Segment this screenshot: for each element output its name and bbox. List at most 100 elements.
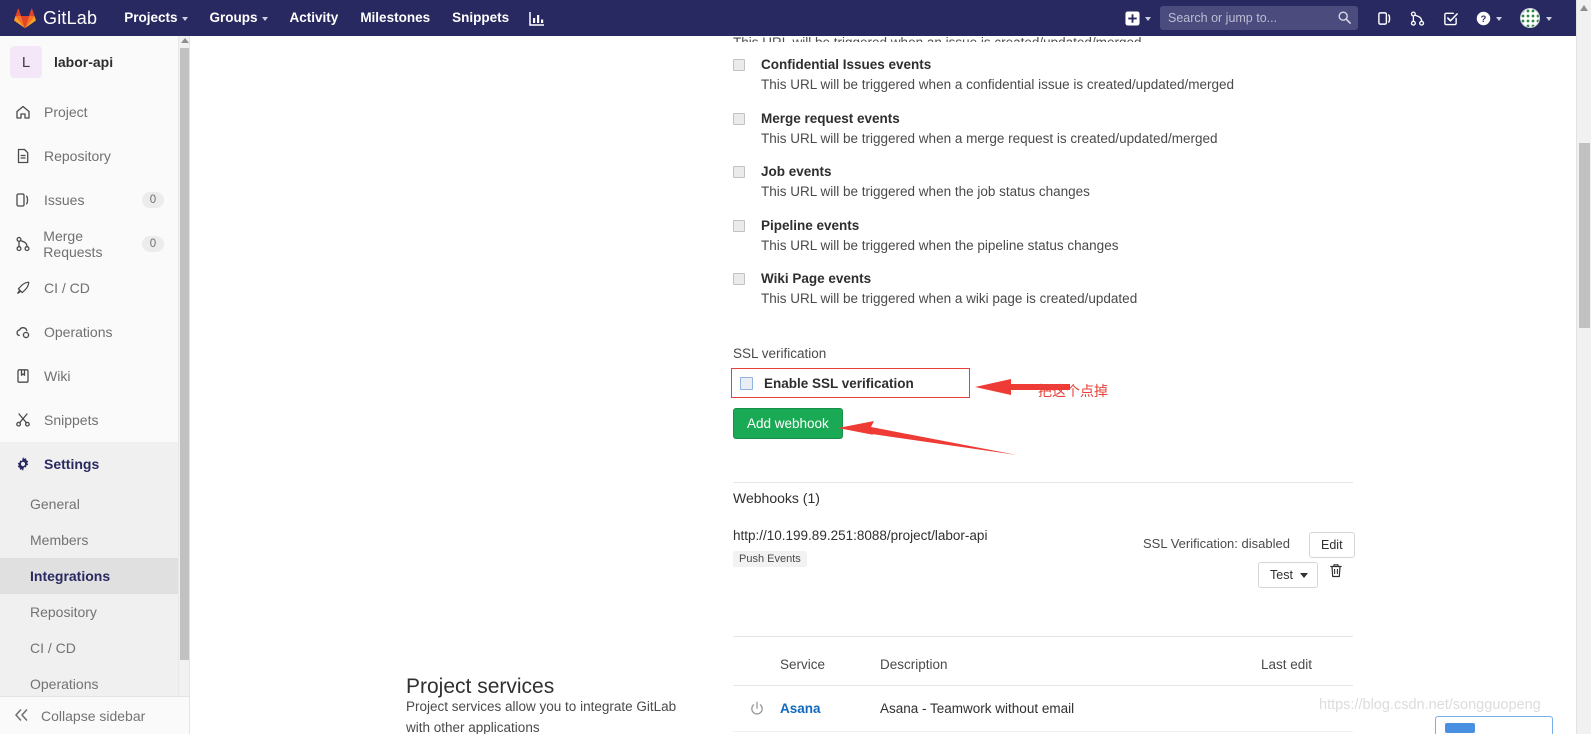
page-scrollbar-thumb[interactable] xyxy=(1579,143,1590,328)
webhook-ssl-status: SSL Verification: disabled xyxy=(1143,536,1290,551)
sidebar-scroll-region: L labor-api Project Repository Issues 0 … xyxy=(0,36,178,734)
project-services-description: Project services allow you to integrate … xyxy=(406,699,677,734)
chevron-down-icon xyxy=(1496,17,1502,21)
sidebar-item-wiki[interactable]: Wiki xyxy=(0,354,178,398)
table-row[interactable]: Asana Asana - Teamwork without email xyxy=(733,686,1353,732)
todos-checkbox-icon[interactable] xyxy=(1434,0,1467,36)
sidebar-subitem-integrations[interactable]: Integrations xyxy=(0,558,178,594)
webhooks-heading: Webhooks (1) xyxy=(733,490,820,506)
sidebar-item-ci-cd[interactable]: CI / CD xyxy=(0,266,178,310)
search-input[interactable] xyxy=(1168,11,1350,25)
double-chevron-left-icon xyxy=(14,708,29,724)
merge-requests-icon[interactable] xyxy=(1401,0,1434,36)
webhook-test-label: Test xyxy=(1270,568,1293,582)
webhook-edit-button[interactable]: Edit xyxy=(1309,532,1355,558)
sidebar-project-header[interactable]: L labor-api xyxy=(0,36,178,90)
nav-projects[interactable]: Projects xyxy=(113,0,198,36)
sidebar-scrollbar[interactable] xyxy=(178,36,189,734)
checkbox-enable-ssl-verification[interactable] xyxy=(740,376,753,390)
issues-icon xyxy=(14,192,32,208)
sidebar-item-issues[interactable]: Issues 0 xyxy=(0,178,178,222)
scroll-up-arrow-icon[interactable] xyxy=(1580,5,1588,11)
event-description: This URL will be triggered when the pipe… xyxy=(761,237,1119,253)
column-header-last-edit: Last edit xyxy=(1261,657,1313,672)
checkbox-confidential-issues-events[interactable] xyxy=(733,59,745,71)
navbar-right-group: ? xyxy=(1116,0,1591,36)
sidebar-subitem-label: Operations xyxy=(30,676,99,692)
sidebar-subitem-general[interactable]: General xyxy=(0,486,178,522)
sidebar-subitem-ci-cd[interactable]: CI / CD xyxy=(0,630,178,666)
merge-icon xyxy=(14,236,31,252)
event-description: This URL will be triggered when a confid… xyxy=(761,77,1235,92)
project-avatar: L xyxy=(10,46,42,78)
nav-projects-label: Projects xyxy=(124,10,178,25)
sidebar-subitem-members[interactable]: Members xyxy=(0,522,178,558)
sidebar-item-project[interactable]: Project xyxy=(0,90,178,134)
checkbox-job-events[interactable] xyxy=(733,166,745,178)
column-header-description: Description xyxy=(880,657,948,672)
webhook-events-list: Confidential Issues events This URL will… xyxy=(733,56,1433,324)
collapse-sidebar-label: Collapse sidebar xyxy=(41,707,146,724)
sidebar-item-label: CI / CD xyxy=(44,280,90,296)
sidebar-item-repository[interactable]: Repository xyxy=(0,134,178,178)
search-box[interactable] xyxy=(1160,6,1358,30)
sidebar-subitem-repository[interactable]: Repository xyxy=(0,594,178,630)
checkbox-pipeline-events[interactable] xyxy=(733,219,745,232)
event-title: Job events xyxy=(761,164,832,179)
analytics-chart-icon[interactable] xyxy=(520,0,554,36)
chevron-down-icon xyxy=(1299,572,1308,578)
checkbox-merge-request-events[interactable] xyxy=(733,112,745,125)
event-description: This URL will be triggered when the job … xyxy=(761,184,1090,199)
sidebar-subitem-label: Repository xyxy=(30,604,97,620)
gitlab-brand[interactable]: GitLab xyxy=(0,0,113,36)
user-avatar[interactable] xyxy=(1511,0,1561,36)
sidebar-item-snippets[interactable]: Snippets xyxy=(0,398,178,442)
nav-activity-label: Activity xyxy=(289,10,339,25)
sidebar-mr-count: 0 xyxy=(142,236,164,252)
power-icon xyxy=(733,701,780,717)
event-description: This URL will be triggered when a merge … xyxy=(761,130,1218,146)
sidebar-item-label: Project xyxy=(44,104,88,120)
issues-icon[interactable] xyxy=(1368,0,1401,36)
sidebar-scrollbar-thumb[interactable] xyxy=(180,48,189,660)
webhook-event-tag: Push Events xyxy=(733,551,807,567)
sidebar-item-settings[interactable]: Settings xyxy=(0,442,178,486)
main-content: This URL will be triggered when an issue… xyxy=(190,36,1576,734)
cut-off-top-text: This URL will be triggered when an issue… xyxy=(733,36,1141,42)
sidebar-item-merge-requests[interactable]: Merge Requests 0 xyxy=(0,222,178,266)
help-question-icon[interactable]: ? xyxy=(1467,0,1511,36)
scroll-up-arrow-icon[interactable] xyxy=(181,38,189,43)
home-icon xyxy=(14,104,32,120)
sidebar-item-label: Issues xyxy=(44,192,85,208)
checkbox-wiki-page-events[interactable] xyxy=(733,273,745,285)
nav-activity[interactable]: Activity xyxy=(279,0,350,36)
nav-snippets[interactable]: Snippets xyxy=(441,0,520,36)
sidebar-item-label: Snippets xyxy=(44,412,99,428)
service-link-asana[interactable]: Asana xyxy=(780,701,821,716)
ssl-checkbox-label: Enable SSL verification xyxy=(764,375,914,391)
watermark-text: https://blog.csdn.net/songguopeng xyxy=(1319,697,1541,713)
add-webhook-button[interactable]: Add webhook xyxy=(733,408,843,439)
sidebar-subitem-label: Integrations xyxy=(30,568,111,584)
event-title: Confidential Issues events xyxy=(761,57,932,72)
svg-text:?: ? xyxy=(1481,14,1487,24)
page-scrollbar[interactable] xyxy=(1576,0,1591,734)
webhook-delete-button[interactable] xyxy=(1326,563,1346,583)
collapse-sidebar-button[interactable]: Collapse sidebar xyxy=(0,696,189,734)
table-header-row: Service Description Last edit xyxy=(733,644,1353,686)
sidebar-item-label: Repository xyxy=(44,148,111,164)
gitlab-brand-label: GitLab xyxy=(43,7,98,28)
plus-square-icon[interactable] xyxy=(1116,0,1160,36)
annotation-note: 把这个点掉 xyxy=(1038,384,1108,400)
sidebar-item-operations[interactable]: Operations xyxy=(0,310,178,354)
event-title: Pipeline events xyxy=(761,217,860,233)
divider xyxy=(733,636,1353,637)
chevron-down-icon xyxy=(1546,17,1552,21)
webhook-test-dropdown[interactable]: Test xyxy=(1258,562,1318,588)
chevron-down-icon xyxy=(1145,17,1151,21)
nav-groups[interactable]: Groups xyxy=(199,0,279,36)
nav-milestones[interactable]: Milestones xyxy=(349,0,441,36)
browser-widget-strip xyxy=(1435,716,1553,734)
sidebar-subitem-label: General xyxy=(30,496,80,512)
project-services-table: Service Description Last edit Asana Asan… xyxy=(733,644,1353,732)
